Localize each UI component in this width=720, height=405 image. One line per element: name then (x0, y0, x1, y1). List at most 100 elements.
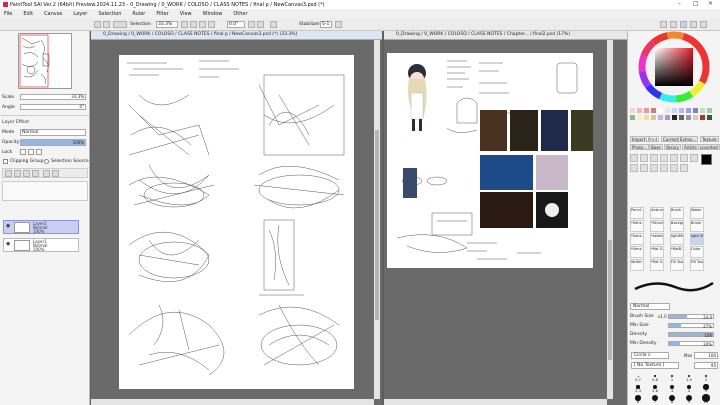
tab-artists[interactable]: Artists (682, 144, 699, 150)
size-preset[interactable]: 1 (664, 372, 680, 383)
zoom-in-button[interactable] (190, 21, 197, 28)
brush-preset[interactable]: *Struct... (650, 220, 664, 232)
opacity-slider[interactable]: 100% (20, 139, 86, 146)
scale-slider[interactable]: 33.3% (20, 94, 86, 100)
brush-mode-select[interactable]: Normal (630, 303, 670, 310)
size-preset[interactable]: 8 (664, 394, 680, 405)
new-layer-button[interactable] (5, 170, 12, 177)
blend-mode-select[interactable]: Normal (20, 129, 86, 136)
texture-value-field[interactable]: 95 (694, 362, 718, 369)
brush-size-slider[interactable]: 24.0 (668, 314, 714, 320)
color-swatch[interactable] (637, 115, 642, 120)
lock-alpha-toggle[interactable] (28, 149, 34, 155)
stabilizer-field[interactable]: S-1 (320, 21, 332, 28)
document-2-vscroll[interactable] (607, 40, 613, 399)
shape-value-field[interactable]: 100 (694, 352, 718, 359)
color-swatch[interactable] (672, 115, 677, 120)
tab-print[interactable]: Print (646, 136, 660, 142)
undo-button[interactable] (94, 21, 101, 28)
brush-preset[interactable]: *flat S... (650, 246, 664, 258)
brush-preset[interactable]: Fill Tool (670, 259, 684, 271)
layout-button-4[interactable] (690, 21, 697, 28)
ruler-tool-icon[interactable] (670, 164, 678, 172)
brush-preset[interactable]: Writer (630, 259, 644, 271)
new-folder-button[interactable] (23, 170, 30, 177)
color-swatch[interactable] (651, 115, 656, 120)
lock-move-toggle[interactable] (36, 149, 42, 155)
layout-button-1[interactable] (660, 21, 667, 28)
shape-tool-icon[interactable] (640, 164, 648, 172)
menu-window[interactable]: Window (203, 11, 223, 17)
layer-item-layer2[interactable]: ◉ Layer2 Normal 100% (3, 220, 79, 234)
brush-preset[interactable]: Pencil (630, 207, 644, 219)
canvas-1[interactable] (119, 55, 354, 389)
vscroll-thumb[interactable] (375, 130, 379, 320)
brush-preset[interactable]: Brush (670, 207, 684, 219)
brush-size-param[interactable]: Brush Size x1.0 24.0 (630, 313, 716, 320)
color-swatch[interactable] (630, 108, 635, 113)
reference-photo-7[interactable] (403, 168, 417, 198)
color-swatch[interactable] (672, 108, 677, 113)
brush-preset[interactable]: light St... (690, 233, 704, 245)
color-swatch[interactable] (658, 115, 663, 120)
color-swatch[interactable] (686, 115, 691, 120)
document-1-titlebar[interactable]: 0_Drawing / 0_WORK / COLOSO / CLASS NOTE… (91, 31, 382, 40)
menu-selection[interactable]: Selection (98, 11, 121, 17)
density-param[interactable]: Density 100 (630, 331, 716, 338)
vscroll-thumb[interactable] (608, 240, 612, 360)
reference-photo-4[interactable] (571, 110, 593, 151)
brush-preset[interactable]: Fill Tool (690, 259, 704, 271)
menu-other[interactable]: Other (233, 11, 247, 17)
tab-texture[interactable]: Texture (700, 136, 719, 142)
color-swatch[interactable] (630, 115, 635, 120)
navigator-preview[interactable] (18, 33, 72, 89)
rotate-right-button[interactable] (248, 21, 255, 28)
brush-preset[interactable]: Backgr... (670, 220, 684, 232)
color-swatch[interactable] (700, 108, 705, 113)
tab-library[interactable]: library (664, 144, 681, 150)
size-preset[interactable]: 3 (664, 383, 680, 394)
color-swatch[interactable] (693, 115, 698, 120)
size-preset[interactable]: 6 (630, 394, 646, 405)
size-preset[interactable]: 0.8 (647, 372, 663, 383)
density-slider[interactable]: 100 (668, 332, 714, 338)
menu-ruler[interactable]: Ruler (132, 11, 145, 17)
layer-effect-header[interactable]: Layer Effect (2, 120, 29, 125)
color-swatch[interactable] (679, 115, 684, 120)
menu-file[interactable]: File (4, 11, 12, 17)
rotate-left-button[interactable] (208, 21, 215, 28)
size-preset[interactable]: 10 (698, 394, 714, 405)
tab-import[interactable]: Import (630, 136, 648, 142)
color-swatch[interactable] (693, 108, 698, 113)
document-1-vscroll[interactable] (374, 40, 380, 399)
clipping-group-checkbox[interactable] (3, 159, 8, 164)
color-swatch[interactable] (707, 115, 712, 120)
color-swatch[interactable] (665, 115, 670, 120)
rotate-reset-button[interactable] (257, 21, 264, 28)
reference-photo-8[interactable] (480, 192, 533, 228)
zoom-reset-button[interactable] (199, 21, 206, 28)
size-preset[interactable]: 2.3 (630, 383, 646, 394)
reference-photo-6[interactable] (536, 155, 568, 190)
size-preset[interactable]: 2 (698, 372, 714, 383)
color-swatch[interactable] (686, 108, 691, 113)
min-density-slider[interactable]: 24% (668, 341, 714, 347)
flip-button[interactable] (270, 21, 277, 28)
brush-preset[interactable]: *sketch... (650, 233, 664, 245)
tab-photo[interactable]: Photo... (630, 144, 650, 150)
zoom-out-button[interactable] (181, 21, 188, 28)
visibility-icon[interactable]: ◉ (6, 242, 11, 247)
angle-slider[interactable]: 0° (20, 104, 86, 110)
tab-unsorted[interactable]: unsorted (698, 144, 720, 150)
angle-field[interactable]: 0.0° (227, 21, 245, 28)
min-size-slider[interactable]: 27% (668, 323, 714, 329)
color-swatch[interactable] (637, 108, 642, 113)
hand-tool-icon[interactable] (690, 154, 698, 162)
reference-photo-2[interactable] (510, 110, 538, 151)
min-size-param[interactable]: Min Size 27% (630, 322, 716, 329)
zoom-field[interactable]: 33.3% (156, 21, 178, 28)
color-wheel[interactable] (628, 31, 720, 103)
brush-preset[interactable]: Water (690, 207, 704, 219)
size-preset[interactable]: 1.5 (681, 372, 697, 383)
delete-layer-button[interactable] (32, 170, 39, 177)
